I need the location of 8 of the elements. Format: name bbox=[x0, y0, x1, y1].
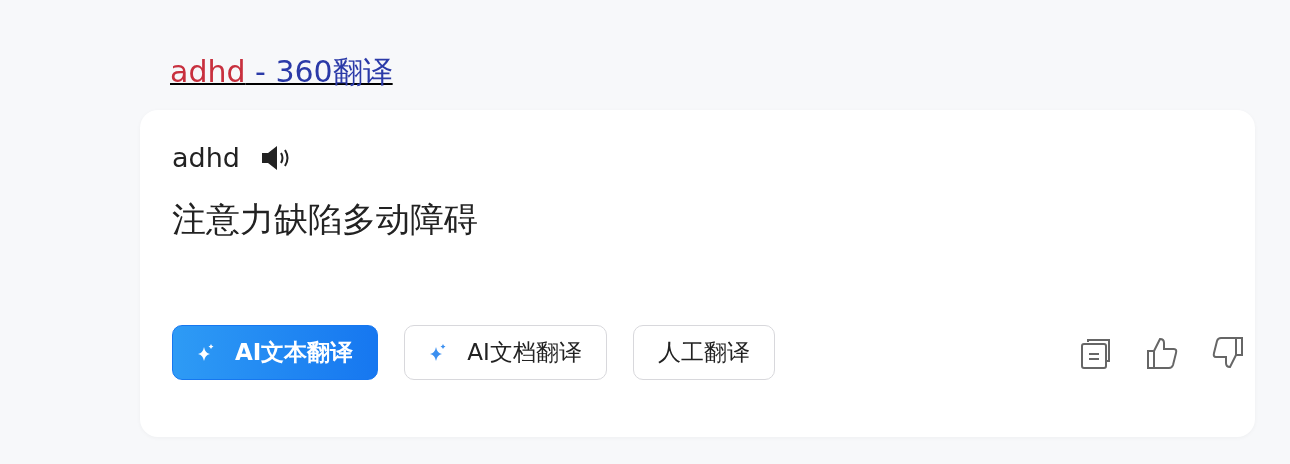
thumbs-up-icon[interactable] bbox=[1145, 335, 1179, 370]
translate-button[interactable]: AI文档翻译 bbox=[404, 325, 607, 380]
thumbs-down-icon[interactable] bbox=[1211, 335, 1245, 370]
translate-button[interactable]: AI文本翻译 bbox=[172, 325, 379, 380]
source-word: adhd bbox=[172, 142, 240, 173]
translation-text: 注意力缺陷多动障碍 bbox=[172, 198, 479, 241]
translate-button[interactable]: 人工翻译 bbox=[632, 325, 775, 380]
title-link[interactable]: adhd - 360翻译 bbox=[170, 52, 393, 92]
